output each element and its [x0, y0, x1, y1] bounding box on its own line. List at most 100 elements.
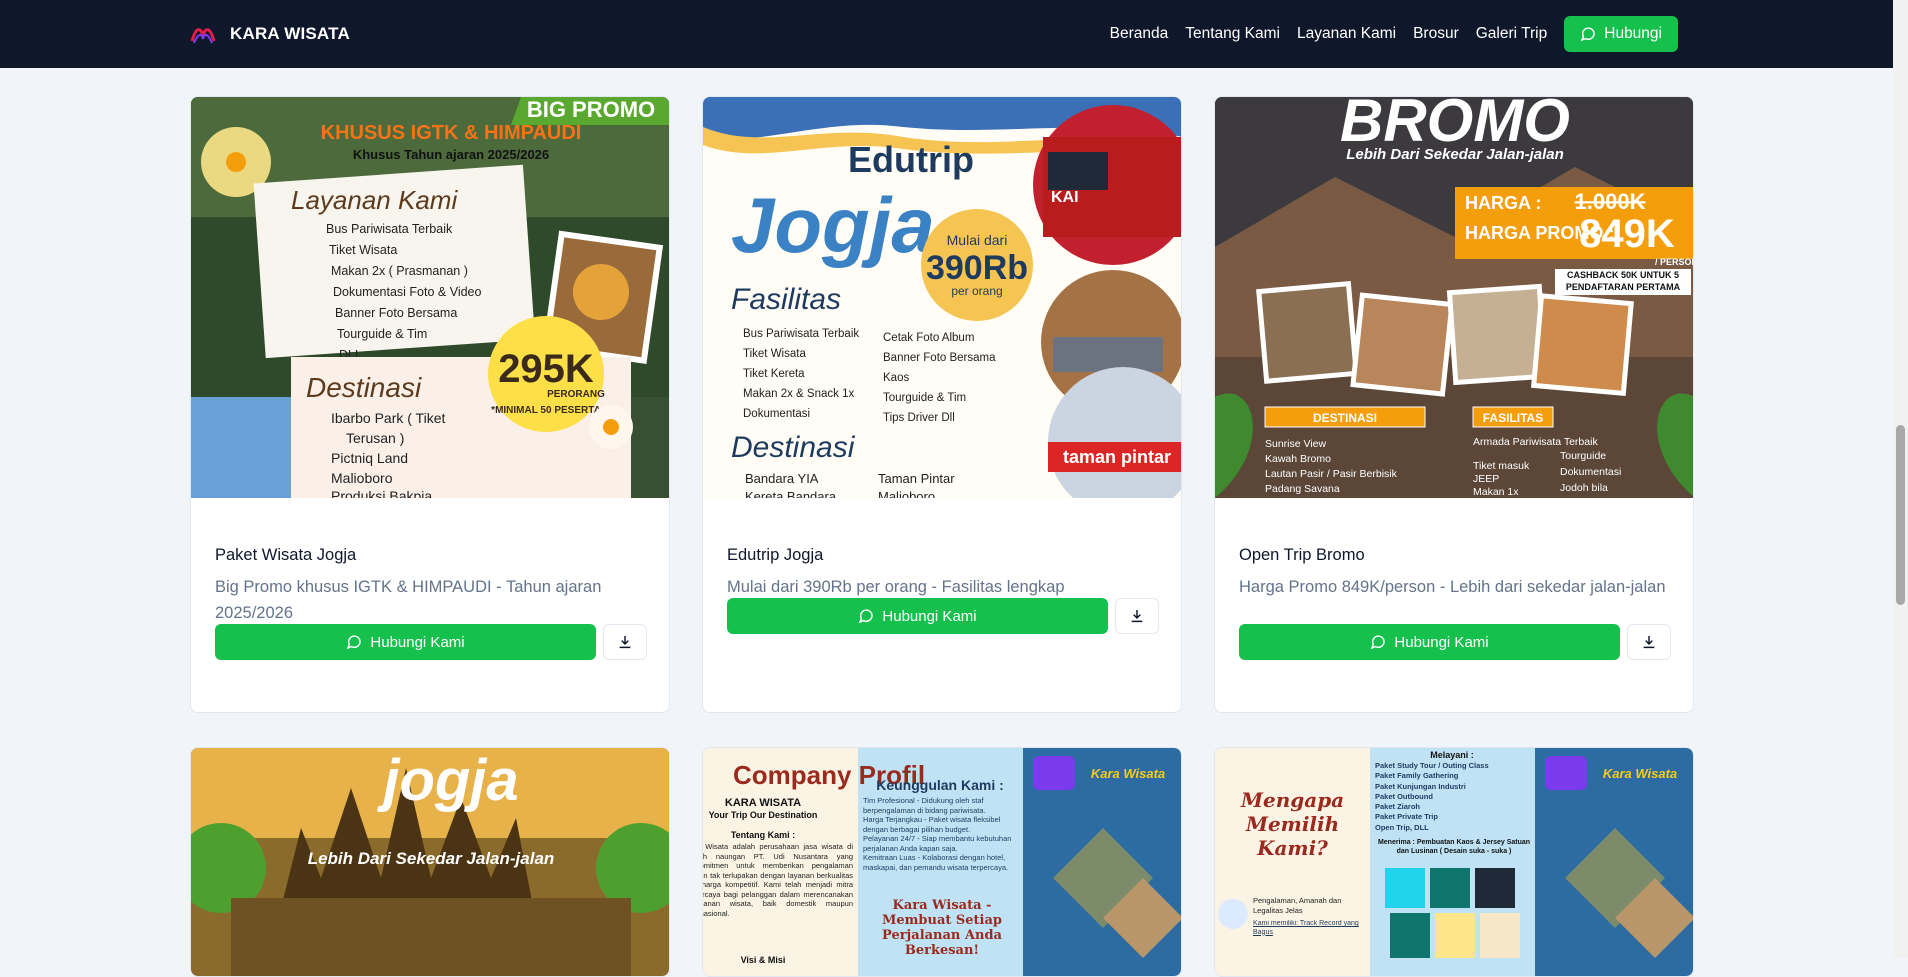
poster-destination: Pictniq Land: [331, 450, 408, 466]
poster-facility: Makan 2x & Snack 1x: [743, 388, 854, 400]
poster-banner: BIG PROMO: [527, 97, 655, 122]
poster-service: Tourguide & Tim: [337, 327, 427, 341]
poster-reason: Pengalaman, Amanah dan Legalitas Jelas: [1253, 896, 1342, 915]
poster-facility: Banner Foto Bersama: [883, 352, 996, 364]
poster-motto: Your Trip Our Destination: [709, 810, 818, 820]
trip-card-open-trip-bromo: BROMO Lebih Dari Sekedar Jalan-jalan HAR…: [1214, 96, 1694, 713]
hubungi-kami-button[interactable]: Hubungi Kami: [727, 598, 1108, 634]
nav-brosur[interactable]: Brosur: [1413, 25, 1459, 43]
card-title: Paket Wisata Jogja: [215, 546, 357, 564]
poster-service: Banner Foto Bersama: [335, 306, 457, 320]
brand-name: KARA WISATA: [230, 24, 350, 43]
poster-destination: Kawah Bromo: [1265, 453, 1331, 465]
poster-price-unit: PERORANG: [547, 389, 605, 400]
poster-facility: JEEP: [1473, 473, 1499, 485]
poster-service: Paket Study Tour / Outing Class: [1375, 761, 1489, 770]
poster-facility: Kaos: [883, 372, 909, 384]
card-title: Edutrip Jogja: [727, 546, 824, 564]
poster-cashback: CASHBACK 50K UNTUK 5 PENDAFTARAN PERTAMA: [1565, 270, 1681, 292]
trip-card-row2-jogja: jogja Lebih Dari Sekedar Jalan-jalan: [190, 747, 670, 977]
poster-dest-title: Destinasi: [306, 372, 422, 403]
poster-service: Paket Family Gathering: [1375, 771, 1459, 781]
poster-facility: Tiket Kereta: [743, 368, 805, 380]
hubungi-kami-button[interactable]: Hubungi Kami: [1239, 624, 1620, 660]
poster-fac-title: FASILITAS: [1483, 411, 1543, 425]
scrollbar-thumb[interactable]: [1896, 425, 1905, 605]
poster-headline: jogja: [376, 748, 518, 813]
poster-service: Paket Outbound: [1375, 791, 1433, 801]
poster-facility: Tiket Wisata: [743, 348, 806, 360]
poster-slogan: Kara Wisata - Membuat Setiap Perjalanan …: [881, 898, 1003, 958]
poster-destination: Padang Savana: [1265, 483, 1340, 495]
poster-price-unit: per orang: [951, 284, 1002, 298]
poster-destination: Bandara YIA: [745, 471, 819, 486]
poster-destination: Lautan Pasir / Pasir Berbisik: [1265, 468, 1398, 480]
poster-headline: KHUSUS IGTK & HIMPAUDI: [321, 122, 582, 144]
poster-service: Tiket Wisata: [329, 243, 397, 257]
poster-tagline: Lebih Dari Sekedar Jalan-jalan: [1346, 146, 1564, 163]
poster-visi: Visi & Misi: [741, 955, 786, 965]
page-scrollbar[interactable]: [1893, 0, 1908, 958]
poster-facility: Tips Driver Dll: [883, 412, 955, 424]
poster-advantage: Tim Profesional - Didukung oleh staf ber…: [863, 796, 986, 815]
trip-card-edutrip-jogja: Edutrip Jogja Mulai dari 390Rb per orang…: [702, 96, 1182, 713]
download-button[interactable]: [1115, 598, 1159, 634]
poster-services-title: Melayani :: [1430, 750, 1474, 760]
poster-subhead: Khusus Tahun ajaran 2025/2026: [353, 147, 549, 162]
card-description: Big Promo khusus IGTK & HIMPAUDI - Tahun…: [215, 578, 602, 622]
poster-title-main: Jogja: [731, 181, 935, 269]
hubungi-kami-button[interactable]: Hubungi Kami: [215, 624, 596, 660]
nav-layanan-kami[interactable]: Layanan Kami: [1297, 25, 1396, 43]
poster-paket-wisata-jogja: BIG PROMO KHUSUS IGTK & HIMPAUDI Khusus …: [191, 97, 669, 498]
poster-logo-text: Kara Wisata: [1603, 766, 1677, 781]
nav-galeri-trip[interactable]: Galeri Trip: [1476, 25, 1548, 43]
card-title: Open Trip Bromo: [1239, 546, 1365, 564]
message-circle-icon: [347, 635, 362, 650]
poster-price-note: *MINIMAL 50 PESERTA: [491, 405, 601, 416]
poster-service: Bus Pariwisata Terbaik: [326, 222, 453, 236]
poster-facility: Cetak Foto Album: [883, 332, 974, 344]
poster-edutrip-jogja: Edutrip Jogja Mulai dari 390Rb per orang…: [703, 97, 1181, 498]
nav-tentang-kami[interactable]: Tentang Kami: [1185, 25, 1280, 43]
poster-facility: Bus Pariwisata Terbaik: [743, 328, 859, 340]
poster-adv-title: Keunggulan Kami :: [876, 777, 1004, 793]
poster-reason-sub: Kami memiliki: Track Record yang Bagus: [1253, 920, 1359, 936]
nav-beranda[interactable]: Beranda: [1110, 25, 1169, 43]
poster-jogja: jogja Lebih Dari Sekedar Jalan-jalan: [191, 748, 669, 976]
hubungi-button[interactable]: Hubungi: [1564, 16, 1678, 52]
download-button[interactable]: [603, 624, 647, 660]
download-button[interactable]: [1627, 624, 1671, 660]
poster-company: KARA WISATA: [725, 797, 801, 809]
poster-fac-title: Fasilitas: [731, 283, 841, 316]
poster-destination: Malioboro: [878, 489, 935, 498]
download-icon: [1131, 610, 1143, 623]
poster-merch: Menerima : Pembuatan Kaos & Jersey Satua…: [1377, 839, 1531, 855]
brand[interactable]: KARA WISATA: [190, 0, 350, 68]
hubungi-kami-label: Hubungi Kami: [882, 607, 977, 625]
poster-advantage: Pelayanan 24/7 - Siap membantu kebutuhan…: [863, 834, 1012, 853]
download-icon: [619, 636, 631, 649]
poster-facility: Makan 1x: [1473, 486, 1519, 498]
message-circle-icon: [859, 609, 874, 624]
poster-park-label: taman pintar: [1063, 447, 1171, 467]
poster-dest-title: Destinasi: [731, 431, 856, 464]
poster-about-title: Tentang Kami :: [731, 830, 795, 840]
poster-service: Makan 2x ( Prasmanan ): [331, 264, 468, 278]
hubungi-kami-label: Hubungi Kami: [370, 633, 465, 651]
top-navbar: KARA WISATA Beranda Tentang Kami Layanan…: [0, 0, 1893, 68]
poster-facility: Jodoh bila: [1560, 482, 1608, 494]
poster-promo-price: 849K: [1579, 212, 1675, 256]
main-nav: Beranda Tentang Kami Layanan Kami Brosur…: [1093, 0, 1678, 68]
poster-harga-old: 1.000K: [1575, 189, 1646, 214]
card-description: Harga Promo 849K/person - Lebih dari sek…: [1239, 578, 1666, 596]
trip-card-row2-mengapa-memilih-kami: Mengapa Memilih Kami? Pengalaman, Amanah…: [1214, 747, 1694, 977]
poster-company-profil: Company Profil KARA WISATA Your Trip Our…: [703, 748, 1181, 976]
poster-mengapa-memilih-kami: Mengapa Memilih Kami? Pengalaman, Amanah…: [1215, 748, 1693, 976]
poster-facility: Tourguide & Tim: [883, 392, 966, 404]
poster-per-person: / PERSON: [1655, 257, 1693, 267]
poster-service: Paket Kunjungan Industri: [1375, 781, 1466, 791]
poster-destination: Terusan ): [346, 430, 404, 446]
poster-destination: Ibarbo Park ( Tiket: [331, 410, 445, 426]
poster-facility: Armada Pariwisata Terbaik: [1473, 436, 1598, 448]
poster-harga-label: HARGA :: [1465, 193, 1541, 213]
